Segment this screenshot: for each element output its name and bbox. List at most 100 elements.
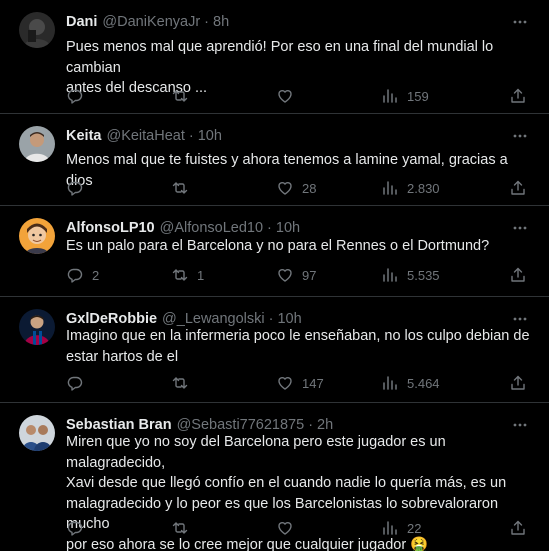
reply-button[interactable] bbox=[66, 517, 92, 539]
share-icon bbox=[511, 375, 525, 390]
display-name[interactable]: AlfonsoLP10 bbox=[66, 220, 155, 236]
action-bar: 22 bbox=[58, 517, 538, 539]
retweet-count: 1 bbox=[197, 267, 205, 283]
share-icon bbox=[511, 267, 525, 282]
avatar-person-icon bbox=[19, 126, 55, 162]
like-button[interactable]: 147 bbox=[276, 372, 324, 394]
action-bar: 28 2.830 bbox=[58, 177, 538, 199]
heart-icon bbox=[278, 377, 292, 390]
retweet-button[interactable] bbox=[171, 85, 197, 107]
avatar-player-icon bbox=[19, 309, 55, 345]
retweet-button[interactable] bbox=[171, 177, 197, 199]
like-count: 97 bbox=[302, 267, 317, 283]
view-count: 22 bbox=[407, 520, 422, 536]
user-handle[interactable]: @Sebasti77621875 bbox=[177, 417, 305, 433]
share-icon bbox=[511, 180, 525, 195]
timestamp[interactable]: 10h bbox=[198, 128, 222, 144]
retweet-button[interactable] bbox=[171, 372, 197, 394]
display-name[interactable]: Dani bbox=[66, 14, 97, 30]
reply-icon bbox=[67, 89, 83, 104]
avatar-dark-icon bbox=[19, 12, 55, 48]
tweet[interactable]: Keita @KeitaHeat · 10h Menos mal que te … bbox=[0, 114, 549, 206]
tweet-text: Es un palo para el Barcelona y no para e… bbox=[66, 238, 490, 254]
timestamp[interactable]: 10h bbox=[276, 220, 300, 236]
separator-dot: · bbox=[204, 14, 209, 30]
heart-icon bbox=[278, 182, 292, 195]
timestamp[interactable]: 8h bbox=[213, 14, 229, 30]
reply-icon bbox=[67, 268, 83, 283]
reply-count: 2 bbox=[92, 267, 100, 283]
analytics-icon bbox=[383, 376, 397, 390]
more-options-button[interactable] bbox=[511, 219, 529, 237]
display-name[interactable]: Keita bbox=[66, 128, 101, 144]
views-button[interactable]: 159 bbox=[381, 85, 429, 107]
retweet-button[interactable] bbox=[171, 517, 197, 539]
like-button[interactable]: 97 bbox=[276, 264, 316, 286]
user-handle[interactable]: @AlfonsoLed10 bbox=[160, 220, 263, 236]
retweet-icon bbox=[172, 522, 188, 534]
like-button[interactable] bbox=[276, 85, 302, 107]
like-button[interactable] bbox=[276, 517, 302, 539]
reply-feed: Dani @DaniKenyaJr · 8h Pues menos mal qu… bbox=[0, 0, 549, 551]
separator-dot: · bbox=[188, 128, 194, 144]
avatar[interactable] bbox=[19, 415, 55, 451]
analytics-icon bbox=[383, 521, 397, 535]
tweet-text: Imagino que en la infermeria poco le ens… bbox=[66, 328, 530, 365]
retweet-icon bbox=[172, 377, 188, 389]
avatar[interactable] bbox=[19, 309, 55, 345]
share-icon bbox=[511, 520, 525, 535]
separator-dot: · bbox=[308, 417, 314, 433]
reply-icon bbox=[67, 521, 83, 536]
timestamp[interactable]: 10h bbox=[277, 311, 301, 327]
retweet-button[interactable]: 1 bbox=[171, 264, 204, 286]
reply-button[interactable] bbox=[66, 177, 92, 199]
tweet[interactable]: Sebastian Bran @Sebasti77621875 · 2h Mir… bbox=[0, 403, 549, 551]
more-options-button[interactable] bbox=[511, 13, 529, 31]
view-count: 5.535 bbox=[407, 267, 440, 283]
tweet[interactable]: AlfonsoLP10 @AlfonsoLed10 · 10h Es un pa… bbox=[0, 206, 549, 297]
tweet[interactable]: Dani @DaniKenyaJr · 8h Pues menos mal qu… bbox=[0, 0, 549, 114]
timestamp[interactable]: 2h bbox=[317, 417, 333, 433]
avatar-cartoon-icon bbox=[19, 218, 55, 254]
view-count: 159 bbox=[407, 88, 429, 104]
heart-icon bbox=[278, 522, 292, 535]
share-icon bbox=[511, 88, 525, 103]
more-options-button[interactable] bbox=[511, 127, 529, 145]
share-button[interactable] bbox=[509, 517, 527, 539]
avatar-group-icon bbox=[19, 415, 55, 451]
heart-icon bbox=[278, 90, 292, 103]
retweet-icon bbox=[172, 269, 188, 281]
avatar[interactable] bbox=[19, 12, 55, 48]
like-count: 28 bbox=[302, 180, 317, 196]
display-name[interactable]: Sebastian Bran bbox=[66, 417, 172, 433]
action-bar: 2 1 97 5.535 bbox=[58, 264, 538, 286]
user-handle[interactable]: @DaniKenyaJr bbox=[102, 14, 200, 30]
share-button[interactable] bbox=[509, 85, 527, 107]
views-button[interactable]: 2.830 bbox=[381, 177, 440, 199]
analytics-icon bbox=[383, 181, 397, 195]
tweet[interactable]: GxlDeRobbie @_Lewangolski · 10h Imagino … bbox=[0, 297, 549, 403]
retweet-icon bbox=[172, 182, 188, 194]
views-button[interactable]: 5.535 bbox=[381, 264, 440, 286]
share-button[interactable] bbox=[509, 372, 527, 394]
avatar[interactable] bbox=[19, 126, 55, 162]
share-button[interactable] bbox=[509, 177, 527, 199]
display-name[interactable]: GxlDeRobbie bbox=[66, 311, 157, 327]
avatar[interactable] bbox=[19, 218, 55, 254]
views-button[interactable]: 5.464 bbox=[381, 372, 440, 394]
retweet-icon bbox=[172, 90, 188, 102]
more-icon bbox=[513, 20, 527, 24]
analytics-icon bbox=[383, 89, 397, 103]
reply-button[interactable] bbox=[66, 85, 92, 107]
reply-button[interactable] bbox=[66, 372, 92, 394]
user-handle[interactable]: @KeitaHeat bbox=[106, 128, 184, 144]
action-bar: 147 5.464 bbox=[58, 372, 538, 394]
user-handle[interactable]: @_Lewangolski bbox=[162, 311, 265, 327]
tweet-header: Dani @DaniKenyaJr · 8h bbox=[66, 11, 509, 33]
separator-dot: · bbox=[268, 311, 274, 327]
views-button[interactable]: 22 bbox=[381, 517, 421, 539]
more-icon bbox=[513, 226, 527, 230]
share-button[interactable] bbox=[509, 264, 527, 286]
like-button[interactable]: 28 bbox=[276, 177, 316, 199]
reply-button[interactable]: 2 bbox=[66, 264, 99, 286]
